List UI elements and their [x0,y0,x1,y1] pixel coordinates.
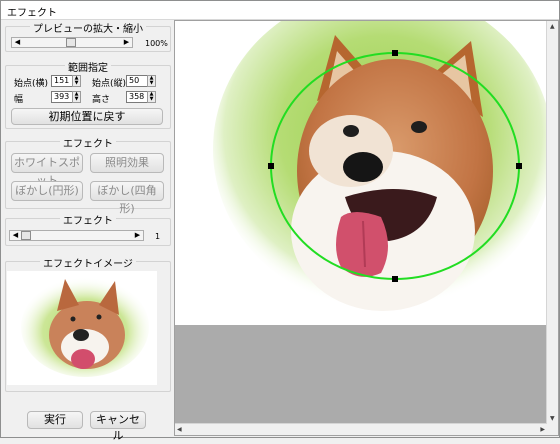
effect-image-preview [7,271,157,385]
effect-level-legend: エフェクト [60,216,116,227]
arrow-left-icon[interactable]: ◀ [12,38,23,47]
effect-level-slider[interactable]: ◀ ▶ [9,230,144,241]
spin-down-icon[interactable]: ▼ [75,80,79,86]
arrow-right-icon[interactable]: ▶ [121,38,132,47]
reset-position-button[interactable]: 初期位置に戻す [11,108,163,125]
scroll-corner [547,424,558,435]
control-panel: プレビューの拡大・縮小 ◀ ▶ 100% 範囲指定 始点(横) 151 ▲ ▼ 始… [1,20,172,442]
lighting-button[interactable]: 照明効果 [90,153,164,173]
zoom-slider[interactable]: ◀ ▶ [11,37,133,48]
effect-image-legend: エフェクトイメージ [40,259,136,270]
spin-down-icon[interactable]: ▼ [150,80,154,86]
horizontal-scrollbar[interactable]: ◀ ▶ [175,423,547,435]
start-y-label: 始点(縦) [92,79,127,89]
effect-thumbnail-image [21,277,149,377]
range-legend: 範囲指定 [65,63,111,74]
selection-overlay[interactable] [175,21,558,325]
handle-top[interactable] [392,50,398,56]
arrow-left-icon[interactable]: ◀ [10,231,21,240]
arrow-right-icon[interactable]: ▶ [132,231,143,240]
effect-dialog: エフェクト プレビューの拡大・縮小 ◀ ▶ 100% 範囲指定 始点(横) 15… [0,0,560,442]
preview-pane: ▲ ▼ ◀ ▶ [174,20,559,436]
height-label: 高さ [92,95,111,105]
cancel-button[interactable]: キャンセル [90,411,146,442]
range-group: 範囲指定 始点(横) 151 ▲ ▼ 始点(縦) 50 ▲ ▼ 幅 393 ▲ ▼ 高… [5,63,171,129]
zoom-value: 100% [145,39,168,48]
start-x-label: 始点(横) [14,79,49,89]
effect-level-thumb[interactable] [21,231,31,240]
width-spinner[interactable]: ▲ ▼ [72,91,81,103]
effect-group: エフェクト ホワイトスポット 照明効果 ぼかし(円形) ぼかし(四角形) [5,139,171,215]
spin-down-icon[interactable]: ▼ [150,96,154,102]
start-x-spinner[interactable]: ▲ ▼ [72,75,81,87]
preview-zoom-legend: プレビューの拡大・縮小 [30,24,146,35]
handle-left[interactable] [268,163,274,169]
blur-circle-button[interactable]: ぼかし(円形) [11,181,83,201]
window-title: エフェクト [7,8,57,19]
preview-zoom-group: プレビューの拡大・縮小 ◀ ▶ 100% [5,24,171,52]
whitespot-button[interactable]: ホワイトスポット [11,153,83,187]
start-y-spinner[interactable]: ▲ ▼ [147,75,156,87]
arrow-left-icon[interactable]: ◀ [177,426,182,433]
effect-level-value: 1 [155,232,161,241]
zoom-slider-thumb[interactable] [66,38,76,47]
height-spinner[interactable]: ▲ ▼ [147,91,156,103]
effect-legend: エフェクト [60,139,116,150]
effect-level-group: エフェクト ◀ ▶ 1 [5,216,171,246]
selection-ellipse[interactable] [270,52,520,280]
blur-rect-button[interactable]: ぼかし(四角形) [90,181,164,215]
arrow-down-icon[interactable]: ▼ [550,415,555,422]
arrow-right-icon[interactable]: ▶ [540,426,545,433]
vertical-scrollbar[interactable]: ▲ ▼ [546,21,558,424]
run-button[interactable]: 実行 [27,411,83,429]
arrow-up-icon[interactable]: ▲ [550,23,555,30]
handle-right[interactable] [516,163,522,169]
preview-canvas[interactable] [175,21,558,325]
title-bar: エフェクト [1,1,559,20]
width-label: 幅 [14,95,24,105]
spin-down-icon[interactable]: ▼ [75,96,79,102]
handle-bottom[interactable] [392,276,398,282]
